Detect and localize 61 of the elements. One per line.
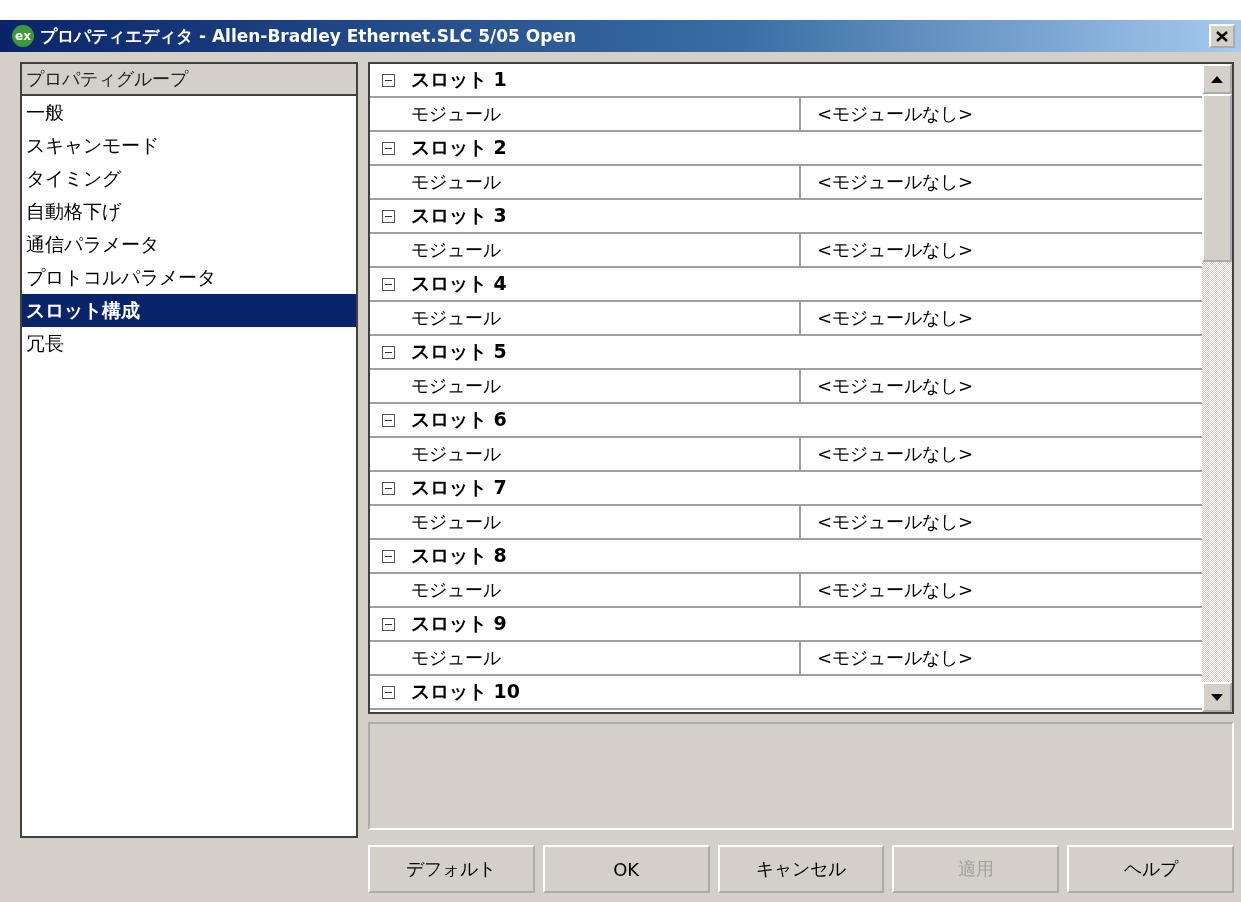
collapse-icon[interactable] [382, 73, 395, 87]
group-item[interactable]: 冗長 [22, 327, 356, 360]
property-value[interactable]: <モジュールなし> [801, 646, 974, 670]
property-value[interactable]: <モジュールなし> [801, 374, 974, 398]
slot-category: スロット 1 [411, 67, 507, 92]
property-name: モジュール [370, 302, 801, 334]
property-name: モジュール [370, 506, 801, 538]
property-name: モジュール [370, 166, 801, 198]
scroll-down-icon [1211, 693, 1223, 701]
collapse-icon[interactable] [382, 549, 395, 563]
property-value[interactable]: <モジュールなし> [801, 238, 974, 262]
slot-category: スロット 6 [411, 407, 507, 432]
property-value[interactable]: <モジュールなし> [801, 306, 974, 330]
property-name: モジュール [370, 574, 801, 606]
collapse-icon[interactable] [382, 277, 395, 291]
close-icon [1216, 30, 1228, 42]
property-name: モジュール [370, 370, 801, 402]
app-logo: ex [12, 25, 34, 47]
scroll-down-button[interactable] [1202, 682, 1232, 712]
group-item[interactable]: 自動格下げ [22, 195, 356, 228]
property-value[interactable]: <モジュールなし> [801, 102, 974, 126]
scroll-up-icon [1211, 75, 1223, 83]
collapse-icon[interactable] [382, 685, 395, 699]
slot-category: スロット 2 [411, 135, 507, 160]
property-value[interactable]: <モジュールなし> [801, 510, 974, 534]
scroll-thumb[interactable] [1202, 94, 1232, 262]
property-name: モジュール [370, 438, 801, 470]
dialog-button[interactable]: ヘルプ [1067, 845, 1234, 893]
group-item[interactable]: スキャンモード [22, 129, 356, 162]
window-title: プロパティエディタ - Allen-Bradley Ethernet.SLC 5/05 Open [40, 24, 578, 48]
dialog-button[interactable]: デフォルト [368, 845, 535, 893]
slot-category: スロット 3 [411, 203, 507, 228]
property-name: モジュール [370, 642, 801, 674]
property-value[interactable]: <モジュールなし> [801, 170, 974, 194]
group-item[interactable]: 一般 [22, 96, 356, 129]
group-item[interactable]: タイミング [22, 162, 356, 195]
group-item[interactable]: 通信パラメータ [22, 228, 356, 261]
group-item[interactable]: プロトコルパラメータ [22, 261, 356, 294]
list-header: プロパティグループ [22, 64, 356, 96]
slot-category: スロット 9 [411, 611, 507, 636]
collapse-icon[interactable] [382, 141, 395, 155]
slot-category: スロット 4 [411, 271, 507, 296]
slot-category: スロット 7 [411, 475, 507, 500]
dialog-button[interactable]: OK [542, 845, 710, 893]
collapse-icon[interactable] [382, 413, 395, 427]
collapse-icon[interactable] [382, 209, 395, 223]
property-value[interactable]: <モジュールなし> [801, 578, 974, 602]
dialog-button[interactable]: キャンセル [717, 845, 885, 893]
collapse-icon[interactable] [382, 617, 395, 631]
slot-category: スロット 5 [411, 339, 507, 364]
scrollbar[interactable] [1202, 64, 1232, 712]
property-name: モジュール [370, 234, 801, 266]
collapse-icon[interactable] [382, 345, 395, 359]
property-name: モジュール [370, 98, 801, 130]
slot-category: スロット 10 [411, 679, 521, 704]
slot-category: スロット 8 [411, 543, 507, 568]
close-button[interactable] [1209, 24, 1235, 48]
group-item[interactable]: スロット構成 [22, 294, 356, 327]
collapse-icon[interactable] [382, 481, 395, 495]
property-value[interactable]: <モジュールなし> [801, 442, 974, 466]
scroll-up-button[interactable] [1202, 64, 1232, 94]
